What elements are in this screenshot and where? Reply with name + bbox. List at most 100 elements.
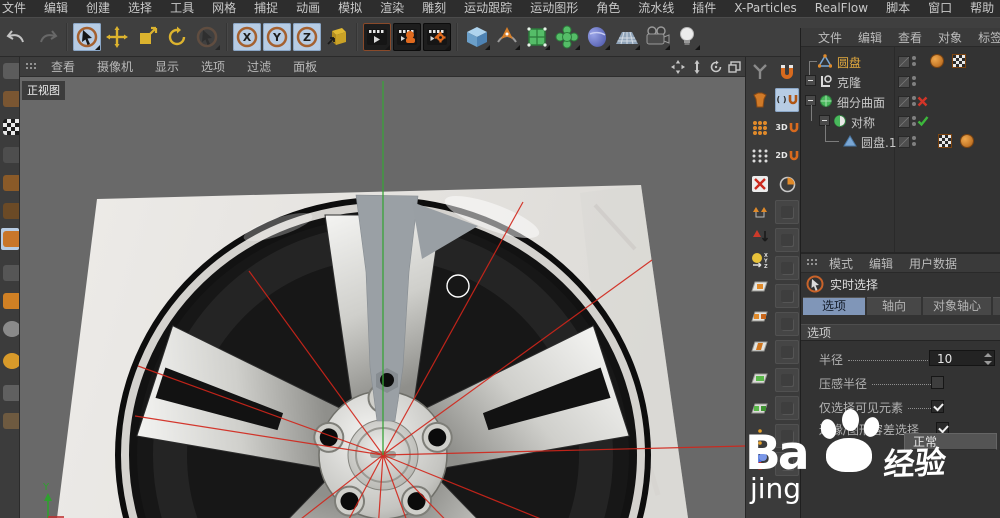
live-selection-tool[interactable]: [73, 23, 101, 51]
object-row-disc[interactable]: 圆盘: [801, 51, 1000, 75]
visible-only-checkbox[interactable]: [931, 400, 944, 413]
center-axis-icon[interactable]: XYZ: [748, 248, 772, 272]
snap-option-icon[interactable]: [775, 340, 799, 364]
snap-option-icon[interactable]: [775, 368, 799, 392]
snap-2d-icon[interactable]: 2D: [775, 144, 799, 168]
workplane-icon[interactable]: [1, 350, 19, 372]
viewport-menu-cameras[interactable]: 摄像机: [86, 57, 144, 77]
point-mode-icon[interactable]: [1, 172, 19, 194]
render-picture-viewer-button[interactable]: [393, 23, 421, 51]
uvw-tag-icon[interactable]: [939, 135, 951, 147]
menu-sculpt[interactable]: 雕刻: [413, 0, 455, 17]
deformers-button[interactable]: [553, 23, 581, 51]
menu-create[interactable]: 创建: [77, 0, 119, 17]
rotate-snap-icon[interactable]: [775, 172, 799, 196]
viewport-maximize-control[interactable]: [726, 59, 743, 75]
pressure-radius-checkbox[interactable]: [931, 376, 944, 389]
last-used-tool[interactable]: [193, 23, 221, 51]
workplane-b-icon[interactable]: [748, 305, 772, 329]
lock-y-axis-button[interactable]: Y: [263, 23, 291, 51]
panel-menu-icon[interactable]: [25, 61, 36, 72]
snap-option-icon[interactable]: [775, 424, 799, 448]
light-button[interactable]: [673, 23, 701, 51]
visibility-swatch[interactable]: [898, 56, 910, 68]
object-row-subdivision-surface[interactable]: 细分曲面: [801, 91, 1000, 111]
drop-to-floor-icon[interactable]: [748, 449, 772, 473]
render-view-button[interactable]: [363, 23, 391, 51]
am-menu-user-data[interactable]: 用户数据: [901, 255, 965, 272]
visibility-dots[interactable]: [912, 56, 916, 66]
model-mode-icon[interactable]: [1, 88, 19, 110]
menu-script[interactable]: 脚本: [877, 0, 919, 17]
menu-xparticles[interactable]: X-Particles: [725, 0, 806, 17]
lock-z-axis-button[interactable]: Z: [293, 23, 321, 51]
lock-x-axis-button[interactable]: X: [233, 23, 261, 51]
menu-tools[interactable]: 工具: [161, 0, 203, 17]
enabled-check-icon[interactable]: [917, 115, 929, 127]
viewport-menu-view[interactable]: 查看: [40, 57, 86, 77]
viewport-menu-options[interactable]: 选项: [190, 57, 236, 77]
disabled-x-icon[interactable]: [917, 96, 928, 107]
camera-button[interactable]: [643, 23, 671, 51]
lock-workplane-icon[interactable]: [1, 382, 19, 404]
spinner-arrows-icon[interactable]: [984, 353, 992, 365]
menu-animate[interactable]: 动画: [287, 0, 329, 17]
om-menu-view[interactable]: 查看: [890, 29, 930, 46]
tab-object-axis[interactable]: 对象轴心: [923, 297, 991, 315]
snap-option-icon[interactable]: [775, 200, 799, 224]
tab-options[interactable]: 选项: [803, 297, 865, 315]
object-row-cloner[interactable]: 克隆: [801, 71, 1000, 91]
undo-button[interactable]: [3, 23, 31, 51]
texture-mode-icon[interactable]: [1, 116, 19, 138]
selection-tag-icon[interactable]: [961, 135, 973, 147]
workplane-a-icon[interactable]: [748, 275, 772, 299]
snap-magnet-icon[interactable]: [1, 410, 19, 432]
menu-mesh[interactable]: 网格: [203, 0, 245, 17]
orange-dot-grid-icon[interactable]: [748, 116, 772, 140]
snap-option-icon[interactable]: [775, 284, 799, 308]
redo-button[interactable]: [33, 23, 61, 51]
menu-motion-tracker[interactable]: 运动跟踪: [455, 0, 521, 17]
menu-simulate[interactable]: 模拟: [329, 0, 371, 17]
spline-pen-button[interactable]: [493, 23, 521, 51]
snap-3d-icon[interactable]: 3D: [775, 116, 799, 140]
menu-character[interactable]: 角色: [587, 0, 629, 17]
uv-sphere-icon[interactable]: [1, 318, 19, 340]
environment-button[interactable]: [583, 23, 611, 51]
om-menu-tags[interactable]: 标签: [970, 29, 1000, 46]
object-row-disc-1[interactable]: 圆盘.1: [801, 125, 1000, 151]
viewport-menu-display[interactable]: 显示: [144, 57, 190, 77]
visibility-swatch[interactable]: [898, 76, 910, 88]
menu-pipeline[interactable]: 流水线: [629, 0, 683, 17]
snap-option-icon[interactable]: [775, 396, 799, 420]
green-workplane-b-icon[interactable]: [748, 397, 772, 421]
polygon-mode-icon[interactable]: [1, 228, 19, 250]
hierarchy-icon[interactable]: [748, 200, 772, 224]
tab-subdivision[interactable]: 细分曲面: [993, 297, 1000, 315]
options-section-header[interactable]: 选项: [801, 324, 1000, 341]
expand-icon[interactable]: [805, 75, 816, 86]
white-dot-grid-icon[interactable]: [748, 144, 772, 168]
om-menu-edit[interactable]: 编辑: [850, 29, 890, 46]
snap-option-icon[interactable]: [775, 312, 799, 336]
visibility-dots[interactable]: [912, 136, 916, 146]
snap-option-icon[interactable]: [775, 228, 799, 252]
workplane-c-icon[interactable]: [748, 335, 772, 359]
viewport-rotate-control[interactable]: [707, 59, 724, 75]
viewport-zoom-control[interactable]: [688, 59, 705, 75]
texture-paint-icon[interactable]: [1, 290, 19, 312]
generators-button[interactable]: [523, 23, 551, 51]
coordinate-system-button[interactable]: [323, 23, 351, 51]
menu-file[interactable]: 文件: [0, 0, 35, 17]
menu-render[interactable]: 渲染: [371, 0, 413, 17]
menu-snap[interactable]: 捕捉: [245, 0, 287, 17]
menu-help[interactable]: 帮助: [961, 0, 1000, 17]
visibility-dots[interactable]: [912, 76, 916, 86]
edge-mode-icon[interactable]: [1, 200, 19, 222]
tweak-mode-icon[interactable]: [1, 262, 19, 284]
visibility-swatch[interactable]: [898, 136, 910, 148]
rotate-tool[interactable]: [163, 23, 191, 51]
snap-option-icon[interactable]: [775, 256, 799, 280]
viewport-menu-panel[interactable]: 面板: [282, 57, 328, 77]
workplane-mode-icon[interactable]: [1, 144, 19, 166]
